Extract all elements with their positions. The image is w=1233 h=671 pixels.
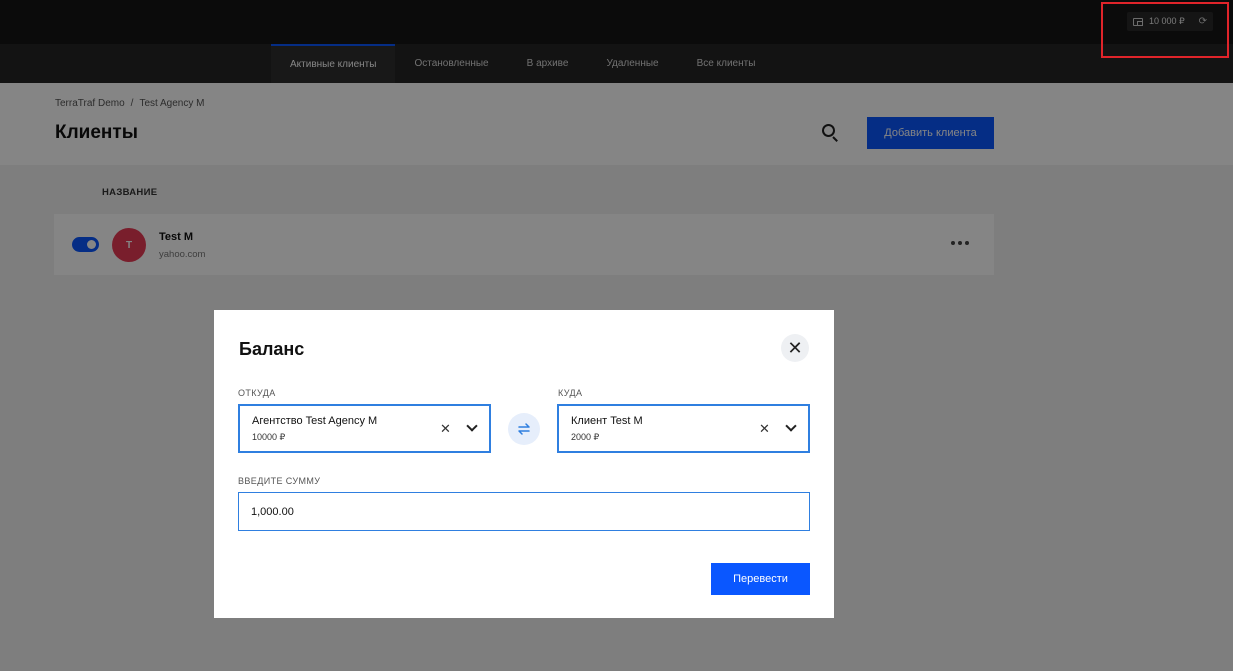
from-label: ОТКУДА [238, 388, 276, 398]
to-select-balance: 2000 ₽ [571, 432, 600, 442]
from-select-value: Агентство Test Agency M [252, 415, 378, 427]
to-label: КУДА [558, 388, 583, 398]
close-icon[interactable]: ✕ [781, 334, 809, 362]
clear-icon[interactable]: ✕ [440, 421, 451, 437]
transfer-button[interactable]: Перевести [711, 563, 810, 595]
from-select-balance: 10000 ₽ [252, 432, 286, 442]
chevron-down-icon[interactable] [785, 420, 797, 432]
to-select-value: Клиент Test M [571, 415, 643, 427]
swap-icon[interactable] [508, 413, 540, 445]
chevron-down-icon[interactable] [466, 420, 478, 432]
amount-label: ВВЕДИТЕ СУММУ [238, 476, 321, 486]
modal-title: Баланс [239, 339, 305, 359]
highlight-frame [1101, 2, 1229, 58]
clear-icon[interactable]: ✕ [759, 421, 770, 437]
from-select[interactable]: Агентство Test Agency M 10000 ₽ ✕ [238, 404, 491, 453]
amount-input[interactable] [238, 492, 810, 531]
balance-modal: Баланс ✕ ОТКУДА Агентство Test Agency M … [214, 310, 834, 618]
to-select[interactable]: Клиент Test M 2000 ₽ ✕ [557, 404, 810, 453]
